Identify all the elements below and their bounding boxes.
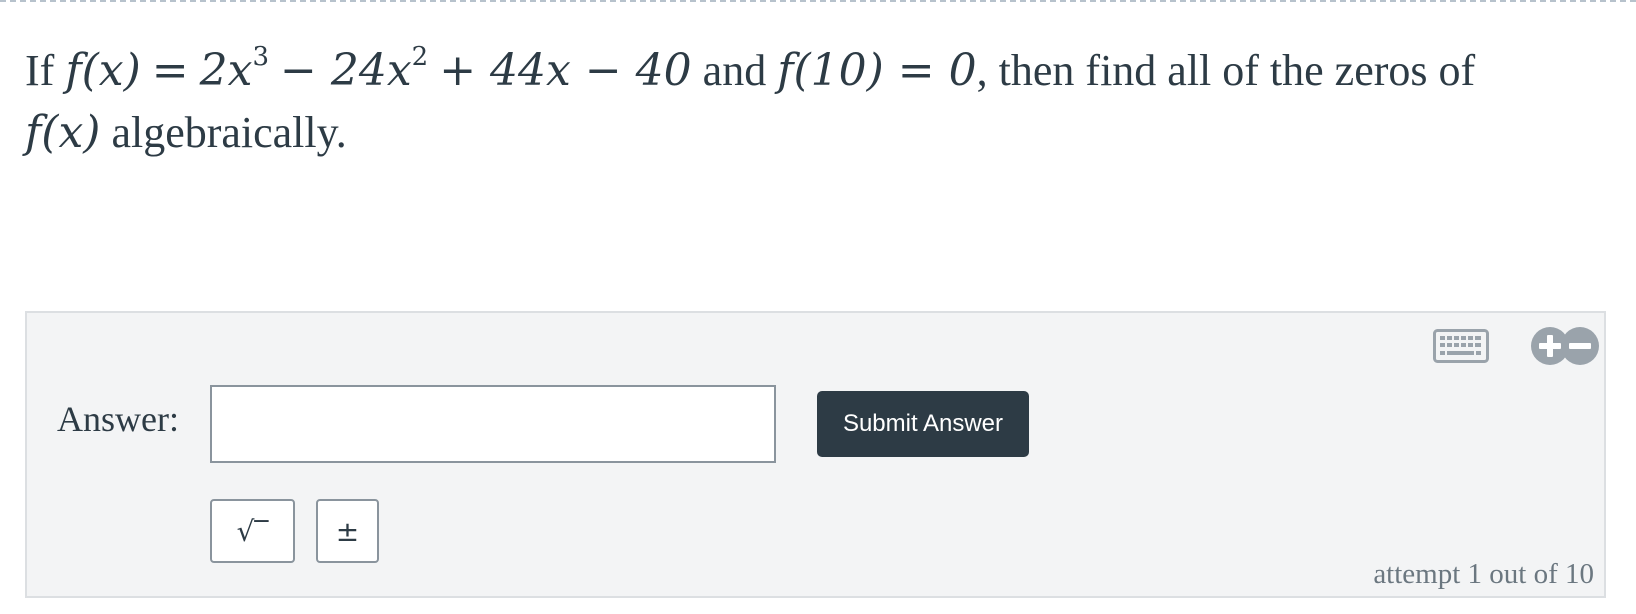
plus-minus-icon: ±	[335, 514, 360, 548]
question-suffix: algebraically.	[111, 108, 347, 157]
square-root-button[interactable]: √‾	[210, 499, 295, 563]
question-prefix: If	[25, 46, 55, 95]
question-middle: , then find all of the zeros of	[976, 46, 1476, 95]
submit-answer-button[interactable]: Submit Answer	[817, 391, 1029, 457]
plus-minus-button[interactable]: ±	[316, 499, 379, 563]
question-text: If f(x) = 2x3 − 24x2 + 44x − 40 and f(10…	[25, 40, 1615, 164]
math-term-24x: − 24x	[279, 45, 412, 96]
math-f-of-x-2: f(x)	[25, 107, 101, 158]
math-f-of-10: f(10) = 0	[777, 45, 977, 96]
top-divider	[0, 0, 1636, 2]
answer-label: Answer:	[57, 399, 179, 439]
math-exponent-3: 3	[252, 42, 269, 72]
square-root-icon: √‾	[236, 514, 269, 548]
attempt-counter: attempt 1 out of 10	[1373, 558, 1594, 590]
math-term-2x: 2x	[199, 45, 253, 96]
answer-panel: Answer: Submit Answer √‾ ± attempt 1 out…	[25, 311, 1606, 598]
minus-circle-icon[interactable]	[1560, 326, 1600, 366]
math-term-tail: + 44x − 40	[439, 45, 692, 96]
math-f-of-x: f(x)	[65, 45, 141, 96]
math-exponent-2: 2	[411, 42, 429, 72]
question-and: and	[702, 46, 767, 95]
math-equals: =	[151, 45, 189, 96]
answer-input[interactable]	[210, 385, 776, 463]
keyboard-icon[interactable]	[1433, 329, 1489, 363]
